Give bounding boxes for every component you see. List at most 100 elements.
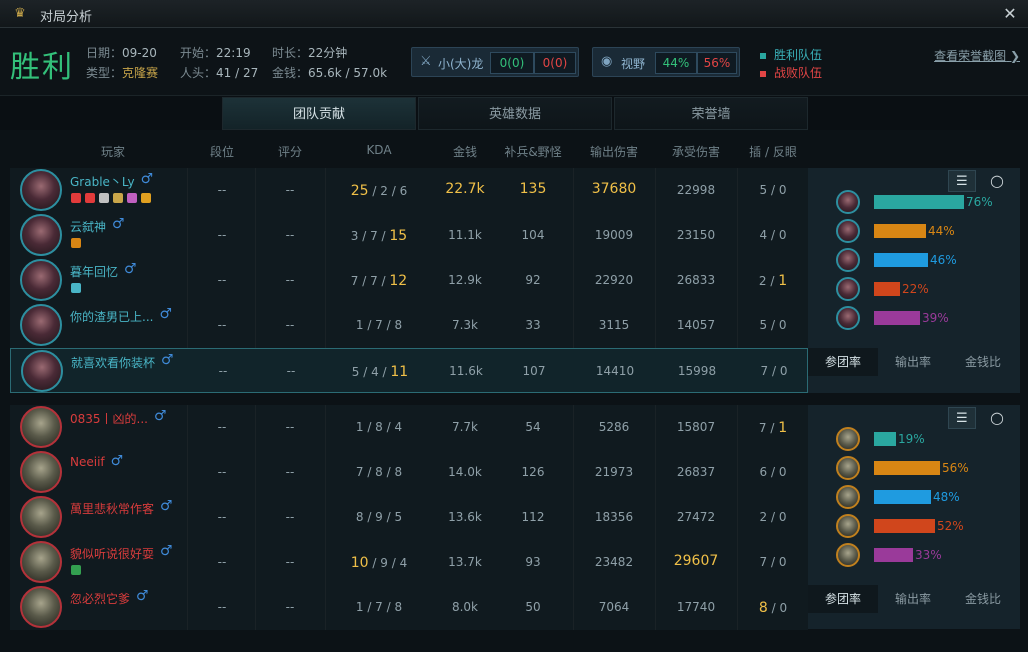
tab-participation[interactable]: 参团率 [808, 585, 878, 613]
tab-participation[interactable]: 参团率 [808, 348, 878, 376]
champion-avatar[interactable] [20, 541, 62, 583]
champion-avatar[interactable] [20, 496, 62, 538]
achievement-badges [71, 564, 85, 576]
player-name[interactable]: 暮年回忆 [70, 263, 118, 280]
circle-toggle-icon[interactable]: ○ [984, 407, 1012, 429]
badge-icon [71, 283, 81, 293]
participation-bar [874, 548, 913, 562]
achievement-badges [71, 237, 85, 249]
wards-value: 4 / 0 [759, 228, 787, 242]
player-name[interactable]: 云弑神 [70, 218, 106, 235]
kills-value: 8 [355, 510, 364, 524]
gold-value: 7.3k [451, 318, 479, 332]
table-row[interactable]: 云弑神 ♂ -- -- 3 / 7 / 15 11.1k 104 19009 23150 4 / … [10, 213, 808, 258]
champion-mini-avatar [836, 514, 860, 538]
sort-icon[interactable]: ☰ [948, 407, 976, 429]
rank-value: -- [217, 465, 227, 479]
participation-bar [874, 253, 928, 267]
table-row[interactable]: 你的渣男已上... ♂ -- -- 1 / 7 / 8 7.3k 33 3115 14057 5 … [10, 303, 808, 348]
table-row[interactable]: Neeiif ♂ -- -- 7 / 8 / 8 14.0k 126 21973 26837 6 … [10, 450, 808, 495]
damage-value: 7064 [598, 600, 630, 614]
table-row[interactable]: 忽必烈它爹 ♂ -- -- 1 / 7 / 8 8.0k 50 7064 17740 8 / 0 [10, 585, 808, 630]
participation-bar [874, 432, 896, 446]
tab-team-contribution[interactable]: 团队贡献 [222, 97, 416, 130]
wards-value: 6 / 0 [759, 465, 787, 479]
cs-value: 92 [525, 273, 541, 287]
player-name[interactable]: 0835丨凶的... [70, 410, 148, 427]
header-col-score: 评分 [277, 145, 302, 159]
wards-value: 2 / 0 [759, 510, 787, 524]
champion-avatar[interactable] [20, 259, 62, 301]
wards-placed: 2 [758, 274, 767, 288]
sort-icon[interactable]: ☰ [948, 170, 976, 192]
vision-lose: 56% [697, 52, 737, 74]
close-icon[interactable]: ✕ [1000, 4, 1020, 23]
damage-value: 21973 [594, 465, 634, 479]
cs-value: 107 [522, 364, 546, 378]
taken-value: 27472 [676, 510, 716, 524]
match-summary: 胜利 日期：09-20 类型：克隆赛 开始：22:19 人头：41 / 27 时… [0, 28, 1028, 96]
champion-avatar[interactable] [20, 169, 62, 211]
player-name[interactable]: 就喜欢看你装杯 [71, 354, 155, 371]
wards-killed: 1 [778, 420, 788, 436]
wards-killed: 0 [778, 183, 787, 197]
wards-placed: 7 [759, 555, 768, 569]
participation-row: 19% [836, 427, 1016, 451]
champion-avatar[interactable] [20, 214, 62, 256]
participation-row: 22% [836, 277, 1016, 301]
score-value: -- [285, 555, 295, 569]
champion-avatar[interactable] [20, 406, 62, 448]
participation-percent: 56% [942, 461, 969, 475]
participation-bar [874, 224, 926, 238]
male-icon: ♂ [161, 352, 174, 368]
tab-damage-rate[interactable]: 输出率 [878, 585, 948, 613]
wards-placed: 5 [759, 318, 768, 332]
table-row[interactable]: 貌似听说很好耍 ♂ -- -- 10 / 9 / 4 13.7k 93 23482 29607 7… [10, 540, 808, 585]
taken-value: 17740 [676, 600, 716, 614]
win-team-side-panel: ☰ ○ 76% 44% 46% 22% 39% 参团率 输出率 金钱比 [808, 168, 1020, 393]
kda-value: 1 / 8 / 4 [355, 420, 403, 434]
table-row[interactable]: 萬里悲秋常作客 ♂ -- -- 8 / 9 / 5 13.6k 112 18356 27472 2… [10, 495, 808, 540]
badge-icon [141, 193, 151, 203]
participation-percent: 19% [898, 432, 925, 446]
tab-damage-rate[interactable]: 输出率 [878, 348, 948, 376]
gold-value: 11.1k [448, 228, 482, 242]
champion-mini-avatar [836, 485, 860, 509]
male-icon: ♂ [160, 498, 173, 514]
champion-avatar[interactable] [21, 350, 63, 392]
vision-win: 44% [655, 52, 697, 74]
damage-value: 18356 [594, 510, 634, 524]
participation-row: 44% [836, 219, 1016, 243]
champion-mini-avatar [836, 543, 860, 567]
header-col-taken: 承受伤害 [671, 145, 720, 159]
table-row[interactable]: 就喜欢看你装杯 ♂ -- -- 5 / 4 / 11 11.6k 107 14410 15998… [10, 348, 808, 393]
tab-honor-wall[interactable]: 荣誉墙 [614, 97, 808, 130]
match-start: 22:19 [216, 46, 251, 60]
deaths-value: 9 [375, 510, 383, 524]
champion-avatar[interactable] [20, 304, 62, 346]
damage-value: 37680 [591, 181, 637, 197]
team-legend: 胜利队伍 战败队伍 [760, 46, 822, 82]
player-name[interactable]: 萬里悲秋常作客 [70, 500, 154, 517]
table-row[interactable]: Grable丶Ly ♂ -- -- 25 / 2 / 6 22.7k 135 37680 229… [10, 168, 808, 213]
champion-avatar[interactable] [20, 451, 62, 493]
champion-avatar[interactable] [20, 586, 62, 628]
assists-value: 15 [389, 228, 408, 244]
player-name[interactable]: 你的渣男已上... [70, 308, 153, 325]
circle-toggle-icon[interactable]: ○ [984, 170, 1012, 192]
badge-icon [113, 193, 123, 203]
participation-percent: 76% [966, 195, 993, 209]
tab-gold-ratio[interactable]: 金钱比 [948, 585, 1018, 613]
view-honor-screenshot-link[interactable]: 查看荣誉截图 ❯ [934, 47, 1020, 64]
participation-row: 39% [836, 306, 1016, 330]
score-value: -- [286, 364, 296, 378]
player-name[interactable]: Grable丶Ly [70, 173, 135, 190]
header-col-damage: 输出伤害 [589, 145, 638, 159]
tab-hero-data[interactable]: 英雄数据 [418, 97, 612, 130]
player-name[interactable]: 貌似听说很好耍 [70, 545, 154, 562]
table-row[interactable]: 暮年回忆 ♂ -- -- 7 / 7 / 12 12.9k 92 22920 26833 2 / … [10, 258, 808, 303]
player-name[interactable]: Neeiif [70, 455, 105, 469]
tab-gold-ratio[interactable]: 金钱比 [948, 348, 1018, 376]
player-name[interactable]: 忽必烈它爹 [70, 590, 130, 607]
table-row[interactable]: 0835丨凶的... ♂ -- -- 1 / 8 / 4 7.7k 54 5286 15807 7… [10, 405, 808, 450]
